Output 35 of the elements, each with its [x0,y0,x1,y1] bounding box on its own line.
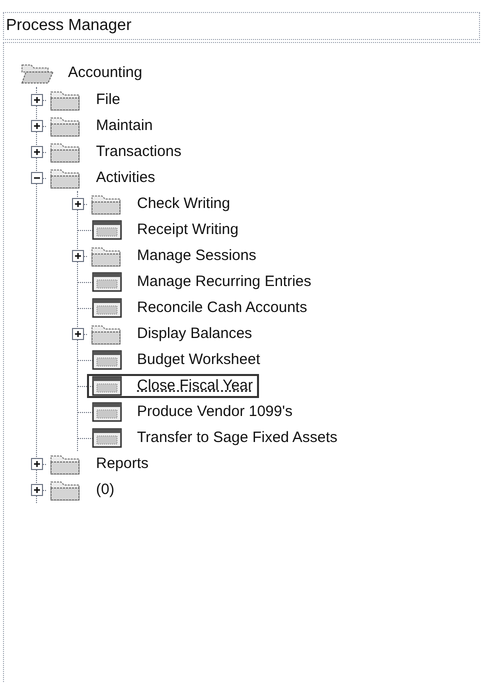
tree-item[interactable]: Manage Sessions [87,244,262,268]
expand-toggle[interactable] [31,484,43,496]
tree-item[interactable]: Activities [46,166,162,190]
tree-item[interactable]: Manage Recurring Entries [87,270,318,294]
tree-item[interactable]: (0) [46,478,120,502]
plus-icon [74,330,82,338]
plus-icon [33,460,41,468]
expand-toggle[interactable] [31,458,43,470]
window-title: Process Manager [6,16,132,36]
expand-toggle[interactable] [31,120,43,132]
tree-item[interactable]: Display Balances [87,322,258,346]
tree-item[interactable]: Receipt Writing [87,218,244,242]
plus-icon [33,486,41,494]
tree-item[interactable]: Reconcile Cash Accounts [87,296,314,320]
collapse-toggle[interactable] [31,172,43,184]
expand-toggle[interactable] [31,146,43,158]
tree-item[interactable]: Transfer to Sage Fixed Assets [87,426,344,450]
plus-icon [74,200,82,208]
tree-item[interactable]: Close Fiscal Year [87,374,259,398]
plus-icon [33,148,41,156]
expand-toggle[interactable] [31,94,43,106]
tree-item[interactable]: Budget Worksheet [87,348,266,372]
tree-item[interactable]: Reports [46,452,155,476]
expand-toggle[interactable] [72,198,84,210]
tree-item[interactable]: Produce Vendor 1099's [87,400,298,424]
expand-toggle[interactable] [72,328,84,340]
tree-item[interactable]: Accounting [18,61,148,85]
tree-item[interactable]: Maintain [46,114,159,138]
tree-item[interactable]: File [46,88,126,112]
plus-icon [74,252,82,260]
plus-icon [33,96,41,104]
tree-item[interactable]: Transactions [46,140,188,164]
tree-item[interactable]: Check Writing [87,192,236,216]
expand-toggle[interactable] [72,250,84,262]
plus-icon [33,122,41,130]
